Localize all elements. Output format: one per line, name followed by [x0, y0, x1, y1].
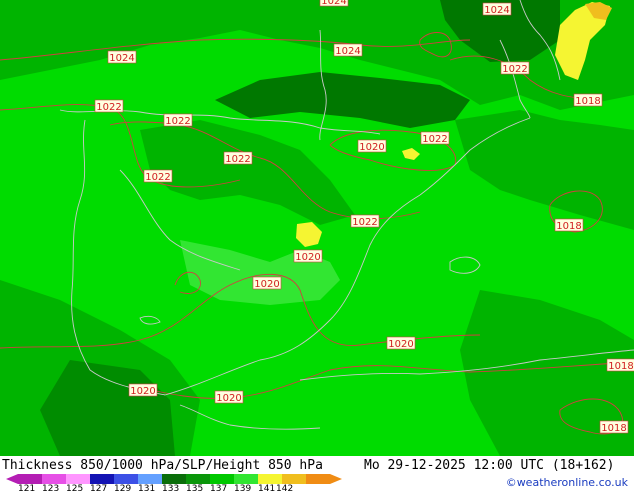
isobar-label-text: 1022: [422, 134, 447, 145]
isobar-label-text: 1022: [225, 154, 250, 165]
isobar-label-text: 1024: [109, 53, 134, 64]
isobar-label: 1024: [482, 2, 512, 16]
scale-swatch: [162, 474, 186, 484]
credit-link[interactable]: ©weatheronline.co.uk: [506, 476, 628, 489]
isobar-label-text: 1022: [352, 217, 377, 228]
isobar-label-text: 1020: [388, 339, 413, 350]
scale-swatch: [282, 474, 306, 484]
scale-tick-label: 127: [90, 484, 108, 494]
isobar-label-text: 1018: [556, 221, 581, 232]
map-title: Thickness 850/1000 hPa/SLP/Height 850 hP…: [2, 458, 323, 473]
scale-swatch: [306, 474, 330, 484]
isobar-label: 1022: [163, 113, 193, 127]
thickness-color-scale: [0, 474, 342, 484]
isobar-label: 1020: [357, 139, 387, 153]
map-datetime: Mo 29-12-2025 12:00 UTC (18+162): [364, 458, 615, 473]
isobar-label: 1022: [94, 99, 124, 113]
isobar-label-text: 1018: [608, 361, 633, 372]
isobar-label: 1018: [606, 358, 634, 372]
isobar-label: 1020: [128, 383, 158, 397]
weather-map: 1024 1024 1024 1024 1022 1018 1022 1022 1020 1022…: [0, 0, 634, 456]
isobar-label-text: 1022: [96, 102, 121, 113]
scale-swatch: [210, 474, 234, 484]
isobar-label: 1022: [500, 61, 530, 75]
scale-swatch: [138, 474, 162, 484]
scale-swatch: [66, 474, 90, 484]
scale-tick-label: 135: [186, 484, 204, 494]
scale-swatch: [258, 474, 282, 484]
isobar-label: 1022: [223, 151, 253, 165]
isobar-label: 1024: [107, 50, 137, 64]
isobar-label-text: 1020: [254, 279, 279, 290]
isobar-label: 1020: [293, 249, 323, 263]
scale-swatch: [42, 474, 66, 484]
scale-swatch: [234, 474, 258, 484]
isobar-label: 1022: [420, 131, 450, 145]
scale-tick-label: 142: [276, 484, 294, 494]
isobar-label-text: 1018: [601, 423, 626, 434]
scale-swatch: [90, 474, 114, 484]
isobar-label-text: 1020: [216, 393, 241, 404]
isobar-label: 1022: [350, 214, 380, 228]
scale-swatch: [114, 474, 138, 484]
scale-tick-label: 121: [18, 484, 36, 494]
isobar-label-text: 1020: [130, 386, 155, 397]
isobar-label: 1018: [554, 218, 584, 232]
scale-tick-label: 141: [258, 484, 276, 494]
scale-tick-label: 137: [210, 484, 228, 494]
isobar-label: 1024: [319, 0, 349, 7]
isobar-label-text: 1020: [359, 142, 384, 153]
scale-tick-label: 133: [162, 484, 180, 494]
scale-tick-label: 125: [66, 484, 84, 494]
map-canvas: 1024 1024 1024 1024 1022 1018 1022 1022 1020 1022…: [0, 0, 634, 456]
scale-arrow-left: [6, 474, 18, 484]
scale-tick-label: 131: [138, 484, 156, 494]
isobar-label-text: 1020: [295, 252, 320, 263]
isobar-label-text: 1024: [484, 5, 509, 16]
isobar-label-text: 1022: [502, 64, 527, 75]
scale-tick-label: 129: [114, 484, 132, 494]
isobar-label-text: 1022: [165, 116, 190, 127]
isobar-label: 1022: [143, 169, 173, 183]
isobar-label: 1018: [573, 93, 603, 107]
isobar-label-text: 1018: [575, 96, 600, 107]
isobar-label: 1020: [252, 276, 282, 290]
isobar-label: 1020: [386, 336, 416, 350]
map-footer: Thickness 850/1000 hPa/SLP/Height 850 hP…: [0, 456, 634, 494]
isobar-label-text: 1022: [145, 172, 170, 183]
scale-tick-label: 123: [42, 484, 60, 494]
scale-swatch: [186, 474, 210, 484]
isobar-label-text: 1024: [321, 0, 346, 7]
isobar-label: 1024: [333, 43, 363, 57]
isobar-label: 1018: [599, 420, 629, 434]
isobar-label-text: 1024: [335, 46, 360, 57]
scale-swatch: [18, 474, 42, 484]
isobar-label: 1020: [214, 390, 244, 404]
scale-tick-label: 139: [234, 484, 252, 494]
scale-arrow-right: [330, 474, 342, 484]
